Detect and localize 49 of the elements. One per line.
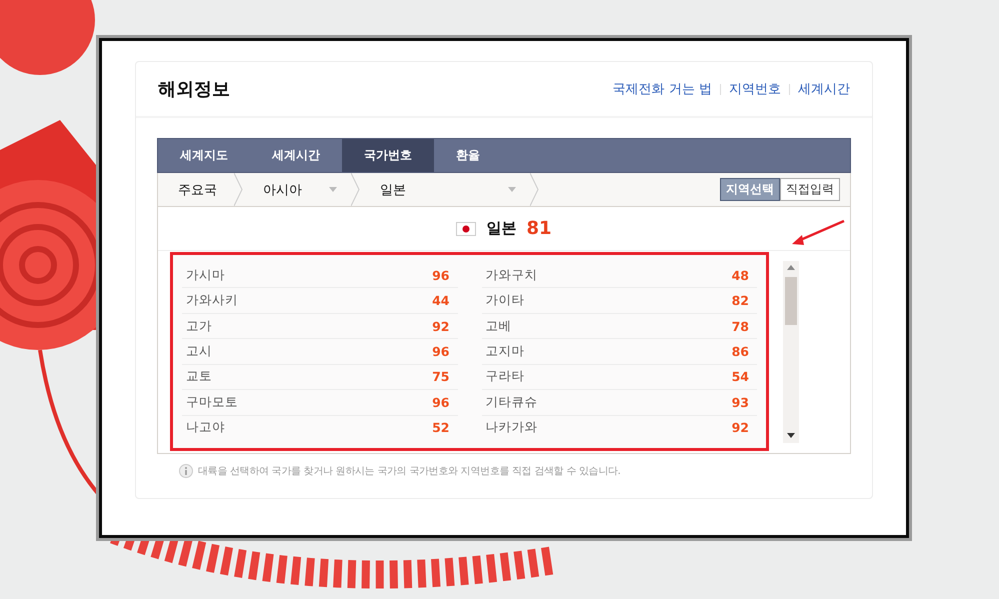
area-code: 78 bbox=[732, 318, 749, 334]
city-name[interactable]: 고시 bbox=[186, 342, 212, 360]
city-name[interactable]: 구마모토 bbox=[186, 394, 238, 411]
tab[interactable]: 세계시간 bbox=[250, 139, 342, 172]
city-name[interactable]: 가와구치 bbox=[486, 266, 538, 284]
scrollbar[interactable] bbox=[783, 260, 799, 442]
city-name[interactable]: 가시마 bbox=[186, 266, 225, 284]
city-name[interactable]: 구라타 bbox=[486, 368, 524, 386]
arrow-annotation bbox=[790, 219, 846, 247]
area-code: 96 bbox=[432, 268, 450, 283]
header-link[interactable]: 지역번호 bbox=[729, 80, 781, 98]
area-code: 96 bbox=[432, 394, 450, 410]
area-code: 44 bbox=[432, 293, 450, 308]
city-name[interactable]: 고가 bbox=[186, 318, 212, 335]
breadcrumb-dropdown[interactable]: 아시아 bbox=[243, 173, 351, 206]
area-code: 82 bbox=[732, 293, 749, 308]
breadcrumb-item[interactable]: 주요국 bbox=[158, 173, 234, 206]
tab[interactable]: 국가번호 bbox=[342, 139, 434, 172]
info-icon bbox=[179, 464, 193, 478]
city-name[interactable]: 교토 bbox=[186, 368, 212, 386]
area-code: 96 bbox=[432, 344, 450, 359]
area-code: 92 bbox=[732, 420, 749, 436]
area-code: 48 bbox=[732, 268, 749, 283]
area-code: 92 bbox=[432, 318, 450, 334]
breadcrumb-dropdown[interactable]: 일본 bbox=[360, 173, 530, 206]
city-name[interactable]: 고베 bbox=[486, 318, 512, 335]
tab[interactable]: 환율 bbox=[434, 139, 502, 172]
help-text: 대륙을 선택하여 국가를 찾거나 원하시는 국가의 국가번호와 지역번호를 직접 검색할 수 있습니다. bbox=[198, 465, 621, 478]
area-code: 75 bbox=[432, 369, 450, 384]
header-link[interactable]: 국제전화 거는 법 bbox=[612, 80, 712, 98]
page-title: 해외정보 bbox=[158, 78, 230, 101]
caret-icon bbox=[508, 187, 516, 192]
header-link[interactable]: 세계시간 bbox=[798, 80, 850, 98]
caret-icon bbox=[329, 187, 337, 192]
city-name[interactable]: 가이타 bbox=[486, 292, 524, 310]
city-name[interactable]: 고지마 bbox=[486, 342, 524, 360]
country-code: 81 bbox=[526, 218, 552, 239]
city-name[interactable]: 나카가와 bbox=[486, 419, 538, 436]
area-code: 93 bbox=[732, 394, 749, 410]
country-name: 일본 bbox=[486, 219, 516, 238]
area-code: 54 bbox=[732, 369, 749, 384]
japan-flag-icon bbox=[456, 222, 476, 236]
tab[interactable]: 세계지도 bbox=[158, 139, 250, 172]
area-code: 86 bbox=[732, 344, 749, 359]
city-name[interactable]: 기타큐슈 bbox=[486, 394, 538, 411]
city-name[interactable]: 가와사키 bbox=[186, 292, 238, 310]
area-code: 52 bbox=[432, 420, 450, 436]
city-name[interactable]: 나고야 bbox=[186, 419, 225, 436]
mode-button[interactable]: 직접입력 bbox=[780, 178, 840, 201]
